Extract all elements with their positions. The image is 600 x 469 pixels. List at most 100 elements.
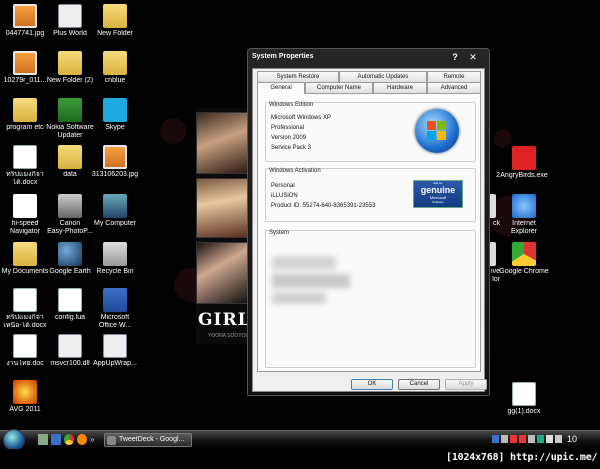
product-id: Product ID: 55274-640-8365391-23553 [271,203,376,209]
nokia-icon [58,98,82,122]
folder-icon [58,51,82,75]
show-desktop-icon[interactable] [38,434,48,445]
edition-line: Professional [271,125,305,131]
bokeh-light [160,118,186,144]
google-earth-icon [58,242,82,266]
document-icon [13,288,37,312]
desktop-icon[interactable]: AppUpWrap... [89,334,141,368]
folder-icon [103,4,127,28]
tab-hardware[interactable]: Hardware [373,82,427,93]
file-icon [58,288,82,312]
jpg-image-icon [13,51,37,75]
taskbar: » TweetDeck - Googl... 10 [0,429,600,451]
desktop-icon[interactable]: Internet Explorer [498,194,550,236]
taskbar-button-tweetdeck[interactable]: TweetDeck - Googl... [104,433,192,447]
chrome-quicklaunch-icon[interactable] [64,434,74,445]
tray-icon[interactable] [537,435,544,443]
folder-icon [58,145,82,169]
truemove-icon [13,194,37,218]
jpg-image-icon [13,4,37,28]
tray-icon[interactable] [528,435,535,443]
tab-system-restore[interactable]: System Restore [257,71,339,82]
system-properties-dialog: System Properties ? ✕ System Restore Aut… [247,48,490,396]
desktop-icon[interactable]: My Computer [89,194,141,228]
word-icon [103,288,127,312]
tray-icon[interactable] [519,435,526,443]
desktop-icon[interactable]: AngryBirds.exe [498,146,550,180]
dialog-titlebar[interactable]: System Properties ? ✕ [248,49,489,67]
redacted-info [272,256,336,270]
tab-general[interactable]: General [257,82,305,94]
edition-line: Microsoft Windows XP [271,115,332,121]
tab-computer-name[interactable]: Computer Name [305,82,373,93]
desktop-icon[interactable]: cnblue [89,51,141,85]
scanner-icon [58,194,82,218]
word-quicklaunch-icon[interactable] [51,434,61,445]
clock[interactable]: 10 [567,432,577,446]
system-group: System [265,230,476,368]
tab-automatic-updates[interactable]: Automatic Updates [339,71,427,82]
folder-icon [13,98,37,122]
activation-line: Personal [271,183,295,189]
document-icon [13,145,37,169]
wallpaper-strip: GIRL YOONA SOOYOUNG [196,108,257,344]
ok-button[interactable]: OK [351,379,393,390]
activation-line: iLLUSiON [271,193,298,199]
tray-icon[interactable] [501,435,508,443]
tweetdeck-icon [107,436,116,445]
genuine-microsoft-badge-icon[interactable]: ask for genuine Microsoft Software [413,180,463,208]
tab-remote[interactable]: Remote [427,71,481,82]
wallpaper-photo [196,178,248,238]
apply-button[interactable]: Apply [445,379,487,390]
wallpaper-photo [196,242,248,304]
desktop-icon[interactable]: 313106203.jpg [89,145,141,179]
group-heading: Windows Edition [269,102,314,108]
network-icon[interactable] [546,435,553,443]
folder-icon [103,51,127,75]
gear-file-icon [103,334,127,358]
desktop-icon[interactable]: Microsoft Office W... [89,288,141,330]
wallpaper-photo [196,112,248,174]
document-icon [512,382,536,406]
jpg-image-icon [103,145,127,169]
windows-logo-icon [415,109,459,153]
cancel-button[interactable]: Cancel [398,379,440,390]
firefox-quicklaunch-icon[interactable] [77,434,87,445]
task-label: TweetDeck - Googl... [119,436,185,443]
desktop-icon[interactable]: AVG 2011 [0,380,51,414]
plus-world-icon [58,4,82,28]
watermark-text: [1024x768] http://upic.me/ [446,452,598,463]
desktop: GIRL YOONA SOOYOUNG 0447741.jpg 10279r_0… [0,0,600,430]
tab-advanced[interactable]: Advanced [427,82,481,93]
gear-file-icon [58,334,82,358]
angry-birds-icon [512,146,536,170]
group-heading: Windows Activation [269,168,321,174]
desktop-icon[interactable]: New Folder [89,4,141,38]
wallpaper-title: GIRL [198,310,251,330]
desktop-icon[interactable]: Recycle Bin [89,242,141,276]
windows-activation-group: Windows Activation Personal iLLUSiON Pro… [265,168,476,222]
chrome-icon [512,242,536,266]
quicklaunch-more-button[interactable]: » [90,434,100,445]
skype-icon [103,98,127,122]
watermark-bar: [1024x768] http://upic.me/ [0,449,600,469]
desktop-icon[interactable]: gg(1).docx [498,382,550,416]
folder-icon [13,242,37,266]
document-icon [13,334,37,358]
group-heading: System [269,230,290,236]
avg-icon [13,380,37,404]
recycle-bin-icon [103,242,127,266]
computer-icon [103,194,127,218]
dialog-title: System Properties [252,53,314,60]
start-button[interactable] [3,429,25,451]
general-tab-panel: Windows Edition Microsoft Windows XP Pro… [257,93,481,372]
language-icon[interactable] [492,435,499,443]
help-button[interactable]: ? [449,51,461,63]
desktop-icon[interactable]: Google Chrome [498,242,550,276]
tray-icon[interactable] [510,435,517,443]
edition-line: Version 2009 [271,135,307,141]
desktop-icon[interactable]: Skype [89,98,141,132]
redacted-info [272,292,326,304]
volume-icon[interactable] [555,435,562,443]
close-button[interactable]: ✕ [467,51,479,63]
